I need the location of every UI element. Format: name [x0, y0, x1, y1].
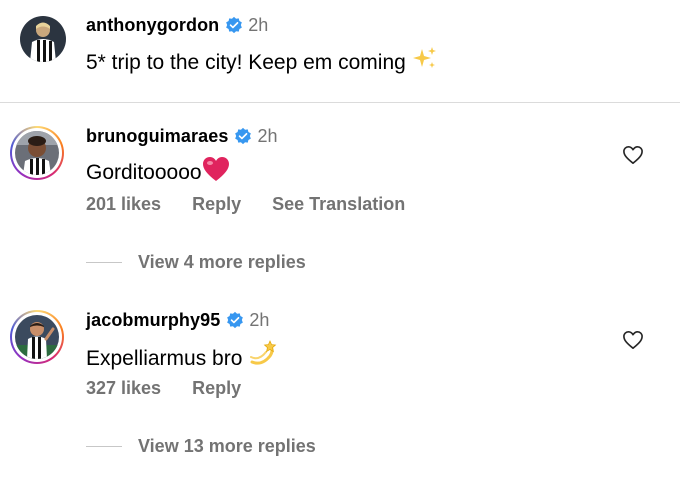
like-count[interactable]: 201 likes: [86, 194, 161, 214]
view-replies-button[interactable]: View 13 more replies: [86, 436, 316, 457]
comment-meta: 201 likes Reply See Translation: [86, 194, 431, 215]
view-replies-label: View 4 more replies: [138, 252, 306, 272]
comment-header: jacobmurphy95 2h: [86, 310, 269, 331]
caption-header: anthonygordon 2h: [86, 15, 268, 36]
avatar-jacobmurphy95[interactable]: [10, 310, 64, 364]
avatar-image: [20, 16, 66, 62]
verified-badge-icon: [225, 16, 243, 34]
comment-text: Gorditooooo: [86, 156, 230, 188]
view-replies-label: View 13 more replies: [138, 436, 316, 456]
verified-badge-icon: [234, 127, 252, 145]
verified-badge-icon: [226, 311, 244, 329]
like-heart-icon[interactable]: [622, 145, 644, 165]
username[interactable]: brunoguimaraes: [86, 126, 228, 146]
avatar-anthonygordon[interactable]: [20, 16, 66, 62]
username[interactable]: anthonygordon: [86, 15, 219, 35]
comment-body: Gorditooooo: [86, 161, 202, 184]
replies-divider-line: [86, 446, 122, 447]
divider: [0, 102, 680, 103]
comment-meta: 327 likes Reply: [86, 378, 267, 399]
see-translation-button[interactable]: See Translation: [272, 194, 405, 214]
comment-header: brunoguimaraes 2h: [86, 126, 277, 147]
reply-button[interactable]: Reply: [192, 378, 241, 398]
reply-button[interactable]: Reply: [192, 194, 241, 214]
timestamp: 2h: [248, 15, 269, 35]
caption-text: 5* trip to the city! Keep em coming: [86, 46, 438, 78]
view-replies-button[interactable]: View 4 more replies: [86, 252, 306, 273]
replies-divider-line: [86, 262, 122, 263]
sparkles-icon: [412, 46, 438, 78]
caption-body: 5* trip to the city! Keep em coming: [86, 51, 406, 74]
comment-text: Expelliarmus bro: [86, 340, 278, 374]
avatar-image: [15, 315, 59, 359]
red-heart-icon: [202, 156, 230, 188]
timestamp: 2h: [249, 310, 270, 330]
like-count[interactable]: 327 likes: [86, 378, 161, 398]
avatar-brunoguimaraes[interactable]: [10, 126, 64, 180]
avatar-image: [15, 131, 59, 175]
dizzy-icon: [248, 340, 278, 374]
username[interactable]: jacobmurphy95: [86, 310, 220, 330]
like-heart-icon[interactable]: [622, 330, 644, 350]
comment-body: Expelliarmus bro: [86, 347, 243, 370]
timestamp: 2h: [257, 126, 278, 146]
